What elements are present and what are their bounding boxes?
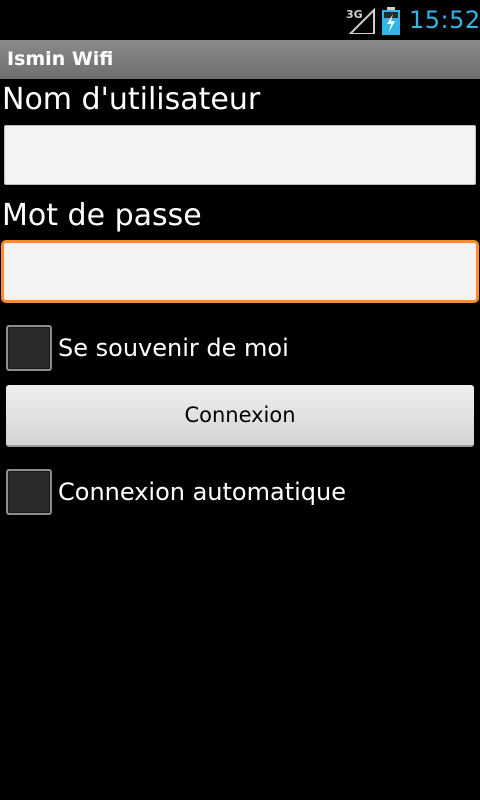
app-title: Ismin Wifi	[7, 48, 114, 70]
auto-connect-label[interactable]: Connexion automatique	[58, 478, 346, 506]
signal-icon	[348, 8, 375, 34]
connect-button[interactable]: Connexion	[6, 385, 474, 447]
username-field[interactable]	[4, 125, 476, 185]
auto-connect-checkbox[interactable]	[6, 469, 52, 515]
username-input[interactable]	[5, 126, 475, 184]
remember-me-label[interactable]: Se souvenir de moi	[58, 334, 289, 362]
remember-me-row[interactable]: Se souvenir de moi	[6, 325, 289, 371]
username-label: Nom d'utilisateur	[2, 82, 261, 117]
status-bar: 3G 15:52	[0, 0, 480, 40]
password-input[interactable]	[4, 243, 476, 300]
password-field[interactable]	[1, 240, 479, 303]
password-label: Mot de passe	[2, 198, 202, 233]
auto-connect-row[interactable]: Connexion automatique	[6, 469, 346, 515]
remember-me-checkbox[interactable]	[6, 325, 52, 371]
app-title-bar: Ismin Wifi	[0, 40, 480, 79]
battery-charging-icon	[382, 7, 400, 35]
status-clock: 15:52	[409, 6, 480, 34]
